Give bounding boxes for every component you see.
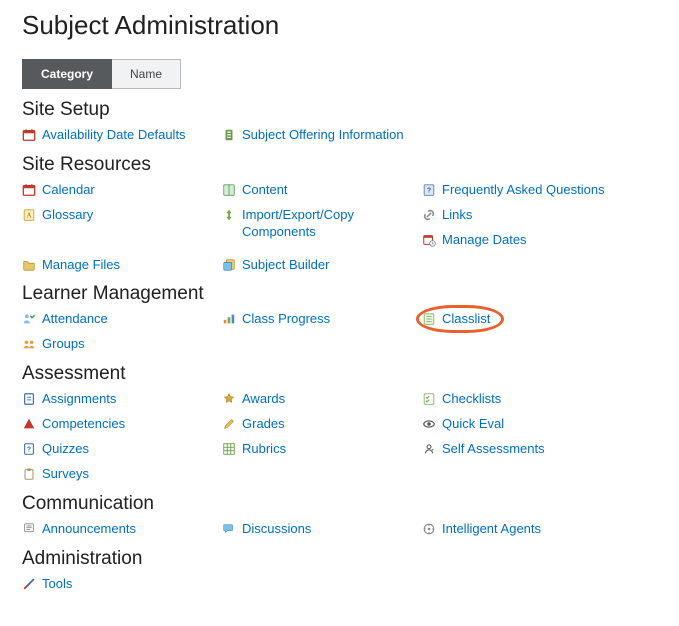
link-awards[interactable]: Awards [242, 391, 285, 408]
award-icon [222, 392, 236, 406]
section-heading-communication: Communication [22, 493, 657, 515]
link-content[interactable]: Content [242, 182, 288, 199]
clipboard-icon [22, 467, 36, 481]
page-title: Subject Administration [22, 10, 657, 41]
link-assignments[interactable]: Assignments [42, 391, 116, 408]
link-grades[interactable]: Grades [242, 416, 285, 433]
tab-name[interactable]: Name [112, 59, 181, 89]
link-calendar[interactable]: Calendar [42, 182, 95, 199]
link-links[interactable]: Links [442, 207, 472, 224]
link-subject-offering-information[interactable]: Subject Offering Information [242, 127, 404, 144]
link-self-assessments[interactable]: Self Assessments [442, 441, 545, 458]
section-heading-administration: Administration [22, 548, 657, 570]
builder-icon [222, 258, 236, 272]
section-heading-assessment: Assessment [22, 363, 657, 385]
self-assessment-icon [422, 442, 436, 456]
assignments-icon [22, 392, 36, 406]
link-surveys[interactable]: Surveys [42, 466, 89, 483]
discussions-icon [222, 522, 236, 536]
agent-icon [422, 522, 436, 536]
view-tabs: Category Name [22, 59, 657, 89]
checklist-icon [422, 392, 436, 406]
link-discussions[interactable]: Discussions [242, 521, 311, 538]
rubric-icon [222, 442, 236, 456]
quiz-icon [22, 442, 36, 456]
calendar-icon [22, 183, 36, 197]
link-icon [422, 208, 436, 222]
calendar-icon [22, 128, 36, 142]
link-class-progress[interactable]: Class Progress [242, 311, 330, 328]
link-glossary[interactable]: Glossary [42, 207, 93, 224]
link-import-export-copy[interactable]: Import/Export/Copy Components [242, 207, 412, 241]
link-manage-files[interactable]: Manage Files [42, 257, 120, 274]
attendance-icon [22, 312, 36, 326]
list-icon [422, 312, 436, 326]
link-attendance[interactable]: Attendance [42, 311, 108, 328]
link-classlist[interactable]: Classlist [442, 311, 490, 328]
link-rubrics[interactable]: Rubrics [242, 441, 286, 458]
link-quick-eval[interactable]: Quick Eval [442, 416, 504, 433]
link-groups[interactable]: Groups [42, 336, 85, 353]
book-icon [222, 183, 236, 197]
manage-dates-icon [422, 233, 436, 247]
announcements-icon [22, 522, 36, 536]
link-manage-dates[interactable]: Manage Dates [442, 232, 527, 249]
link-tools[interactable]: Tools [42, 576, 72, 593]
section-heading-site-setup: Site Setup [22, 99, 657, 121]
link-announcements[interactable]: Announcements [42, 521, 136, 538]
link-availability-date-defaults[interactable]: Availability Date Defaults [42, 127, 186, 144]
eye-icon [422, 417, 436, 431]
link-quizzes[interactable]: Quizzes [42, 441, 89, 458]
link-checklists[interactable]: Checklists [442, 391, 501, 408]
link-intelligent-agents[interactable]: Intelligent Agents [442, 521, 541, 538]
pencil-icon [222, 417, 236, 431]
tools-icon [22, 577, 36, 591]
import-export-icon [222, 208, 236, 222]
info-icon [222, 128, 236, 142]
glossary-icon [22, 208, 36, 222]
section-heading-site-resources: Site Resources [22, 154, 657, 176]
folder-icon [22, 258, 36, 272]
competencies-icon [22, 417, 36, 431]
groups-icon [22, 337, 36, 351]
link-faq[interactable]: Frequently Asked Questions [442, 182, 605, 199]
faq-icon [422, 183, 436, 197]
progress-icon [222, 312, 236, 326]
link-competencies[interactable]: Competencies [42, 416, 125, 433]
link-subject-builder[interactable]: Subject Builder [242, 257, 329, 274]
tab-category[interactable]: Category [22, 59, 112, 89]
section-heading-learner-management: Learner Management [22, 283, 657, 305]
